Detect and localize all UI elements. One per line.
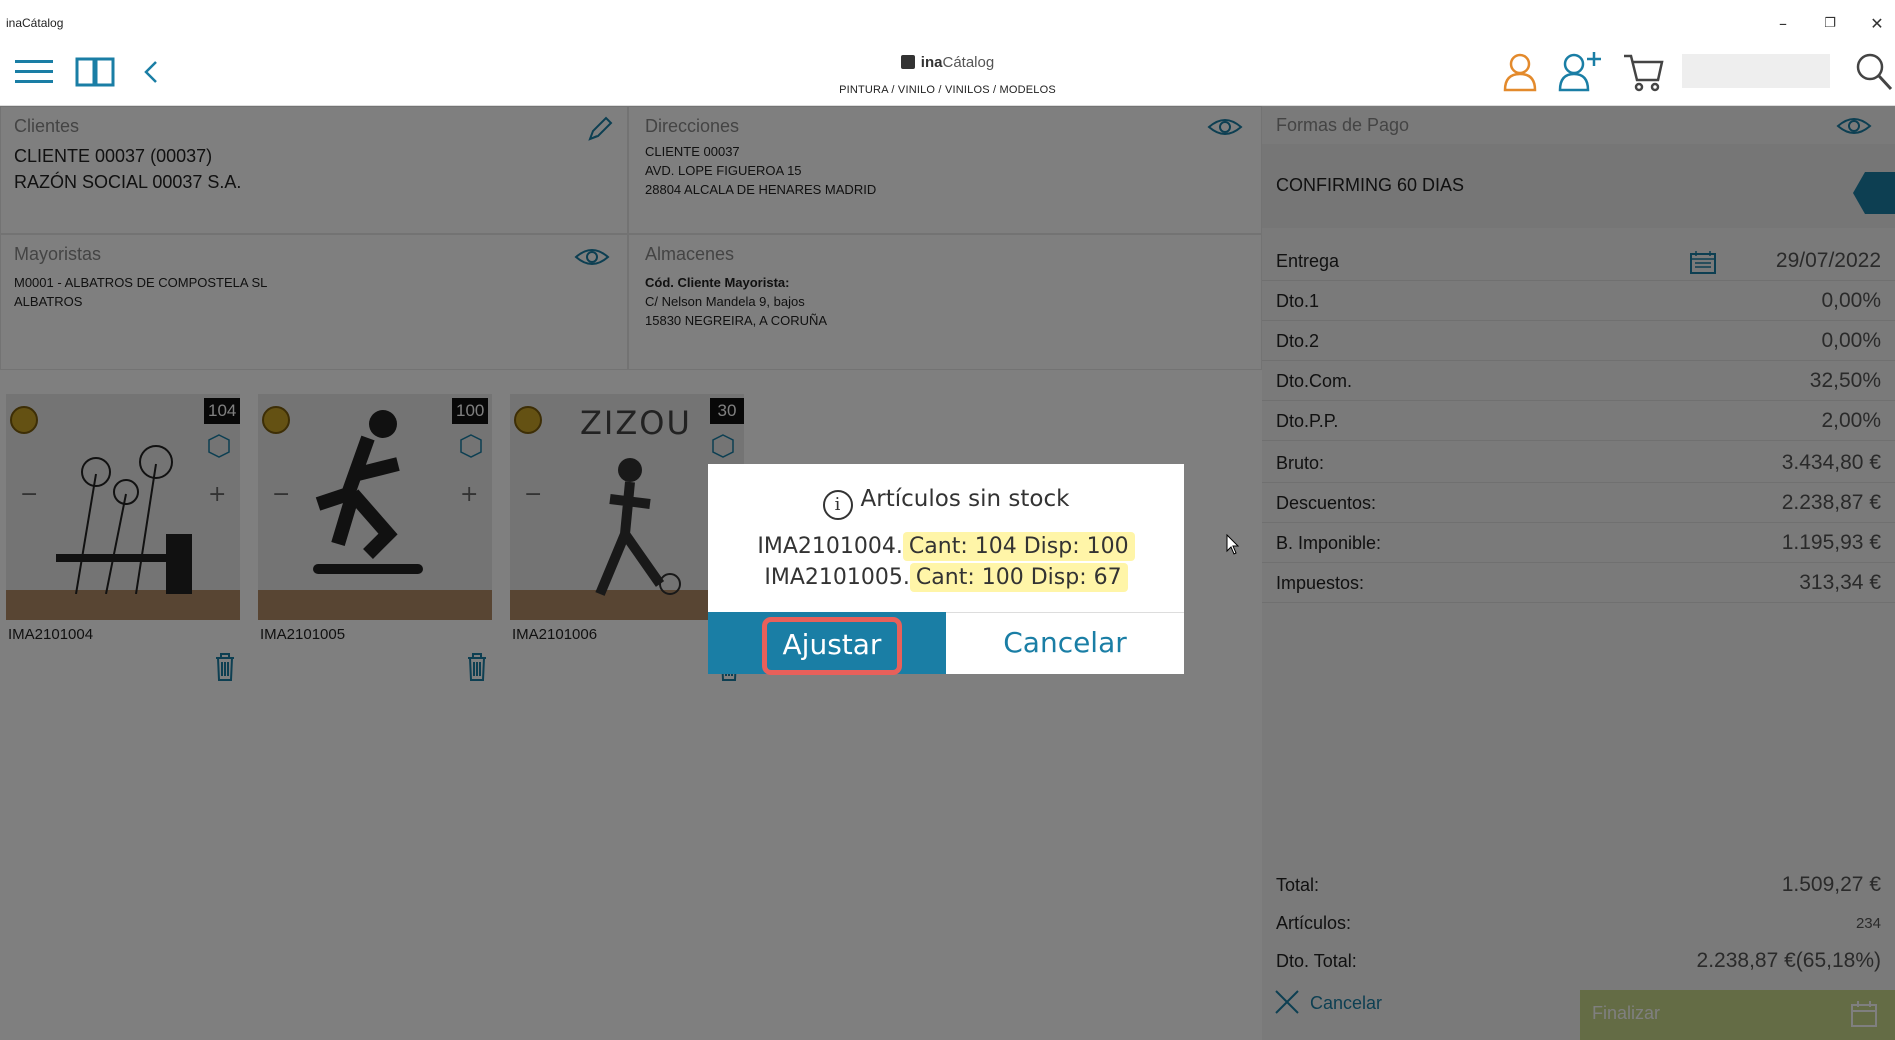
logo-mark-icon (900, 55, 915, 69)
adjust-button-label: Ajustar (762, 617, 902, 675)
adjust-button[interactable]: Ajustar (708, 612, 946, 675)
stock-item-code: IMA2101004. (757, 534, 903, 559)
info-circle-icon: i (822, 490, 853, 520)
app-logo: inaCátalog (0, 54, 1895, 71)
logo-brand: ina (920, 54, 943, 71)
restore-button[interactable]: ❐ (1815, 12, 1845, 36)
stock-line: IMA2101004. Cant: 104 Disp: 100 (708, 532, 1184, 561)
search-icon[interactable] (1855, 52, 1893, 92)
app-header: inaCátalog PINTURA / VINILO / VINILOS / … (0, 46, 1895, 106)
stock-line: IMA2101005. Cant: 100 Disp: 67 (708, 563, 1184, 592)
dialog-title: i Artículos sin stock (708, 486, 1184, 520)
shopping-cart-icon[interactable] (1622, 52, 1664, 92)
breadcrumb: PINTURA / VINILO / VINILOS / MODELOS (839, 84, 1056, 96)
dialog-title-text: Artículos sin stock (860, 486, 1070, 512)
search-input[interactable] (1682, 54, 1830, 88)
customer-icon[interactable] (1502, 52, 1538, 92)
logo-rest: Cátalog (942, 54, 995, 71)
dialog-cancel-button[interactable]: Cancelar (946, 612, 1184, 674)
window-titlebar: inaCátalog – ❐ ✕ (0, 0, 1895, 46)
out-of-stock-dialog: i Artículos sin stock IMA2101004. Cant: 10… (708, 464, 1184, 675)
minimize-button[interactable]: – (1768, 12, 1798, 36)
stock-item-detail: Cant: 100 Disp: 67 (909, 563, 1128, 592)
close-window-button[interactable]: ✕ (1862, 12, 1892, 36)
mouse-cursor-icon (1226, 534, 1240, 555)
add-customer-icon[interactable] (1558, 50, 1602, 92)
stock-item-code: IMA2101005. (764, 565, 910, 590)
window-title: inaCátalog (6, 16, 64, 30)
stock-item-detail: Cant: 104 Disp: 100 (902, 532, 1135, 561)
